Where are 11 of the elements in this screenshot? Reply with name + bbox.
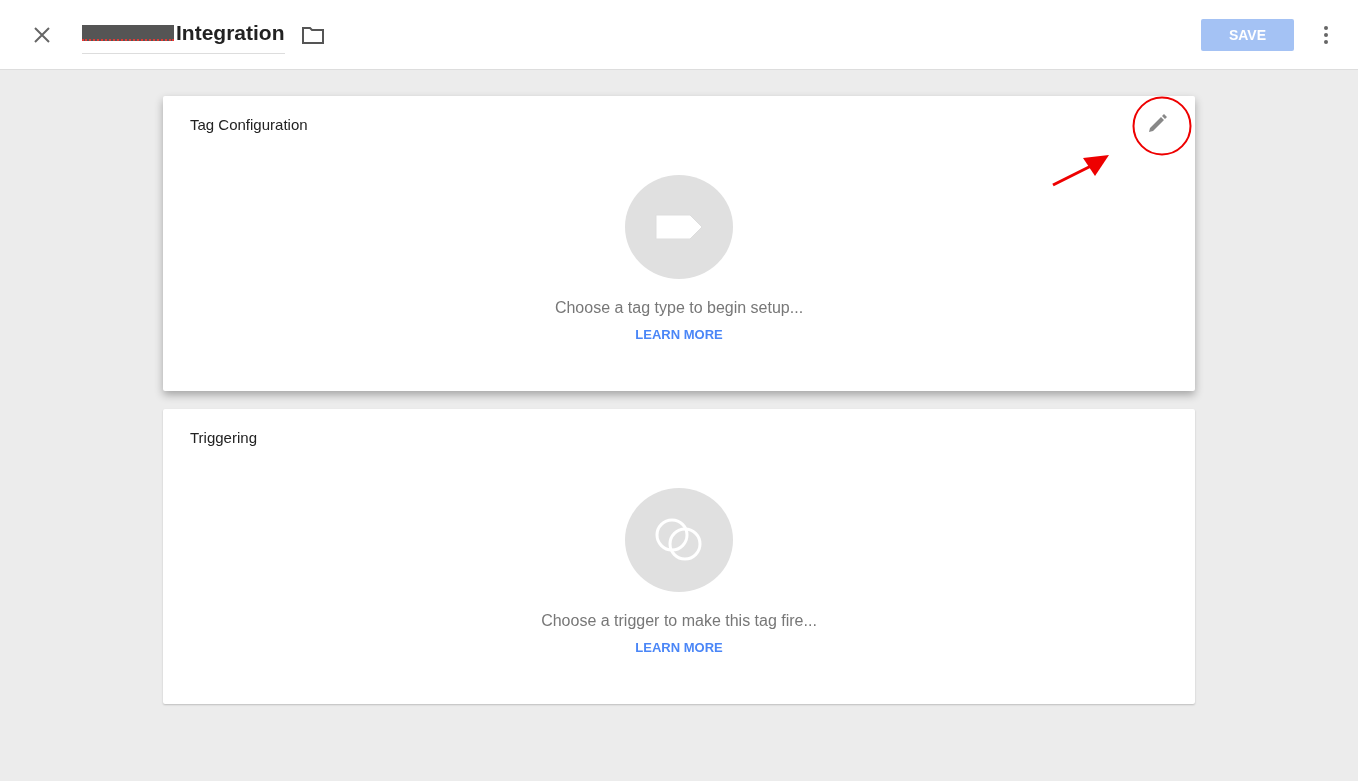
folder-icon[interactable]	[300, 24, 325, 45]
empty-message: Choose a trigger to make this tag fire...	[541, 612, 817, 630]
card-title: Triggering	[190, 429, 257, 446]
card-title: Tag Configuration	[190, 116, 308, 133]
learn-more-link[interactable]: LEARN MORE	[635, 640, 723, 655]
annotation-arrow	[1051, 152, 1111, 188]
empty-message: Choose a tag type to begin setup...	[554, 299, 804, 317]
learn-more-link[interactable]: LEARN MORE	[635, 327, 723, 342]
title-field[interactable]: Integration	[82, 15, 285, 54]
tag-icon	[655, 214, 703, 240]
trigger-icon	[654, 517, 704, 563]
